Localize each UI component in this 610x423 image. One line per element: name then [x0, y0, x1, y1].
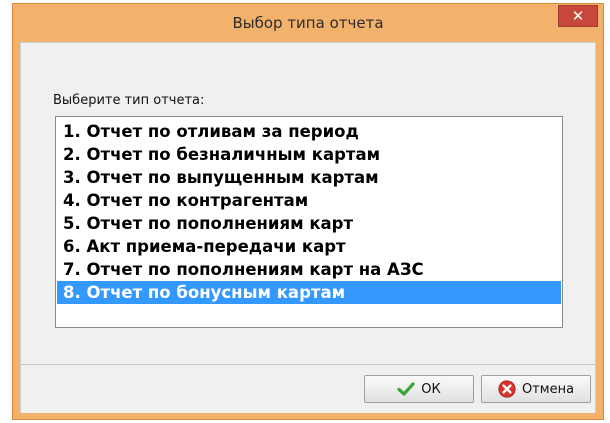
cancel-button[interactable]: Отмена [481, 375, 591, 403]
title-bar[interactable]: Выбор типа отчета ✕ [13, 4, 603, 42]
list-item[interactable]: 3. Отчет по выпущенным картам [57, 166, 561, 189]
list-item[interactable]: 7. Отчет по пополнениям карт на АЗС [57, 258, 561, 281]
ok-button[interactable]: ОК [364, 375, 474, 403]
list-item-selected[interactable]: 8. Отчет по бонусным картам [57, 281, 561, 304]
ok-label: ОК [421, 381, 441, 397]
checkmark-icon [397, 382, 415, 396]
list-item[interactable]: 4. Отчет по контрагентам [57, 189, 561, 212]
list-item[interactable]: 2. Отчет по безналичным картам [57, 143, 561, 166]
close-button[interactable]: ✕ [558, 5, 598, 27]
report-type-list[interactable]: 1. Отчет по отливам за период 2. Отчет п… [55, 116, 563, 328]
list-item[interactable]: 1. Отчет по отливам за период [57, 120, 561, 143]
list-item[interactable]: 5. Отчет по пополнениям карт [57, 212, 561, 235]
report-type-label: Выберите тип отчета: [53, 93, 205, 108]
report-type-dialog: Выбор типа отчета ✕ Выберите тип отчета:… [12, 3, 604, 420]
dialog-title: Выбор типа отчета [232, 14, 384, 32]
cancel-icon [498, 380, 516, 398]
cancel-label: Отмена [521, 381, 575, 397]
dialog-body: Выберите тип отчета: 1. Отчет по отливам… [20, 42, 596, 413]
close-icon: ✕ [571, 7, 585, 25]
button-bar: ОК Отмена [21, 365, 595, 413]
list-item[interactable]: 6. Акт приема-передачи карт [57, 235, 561, 258]
